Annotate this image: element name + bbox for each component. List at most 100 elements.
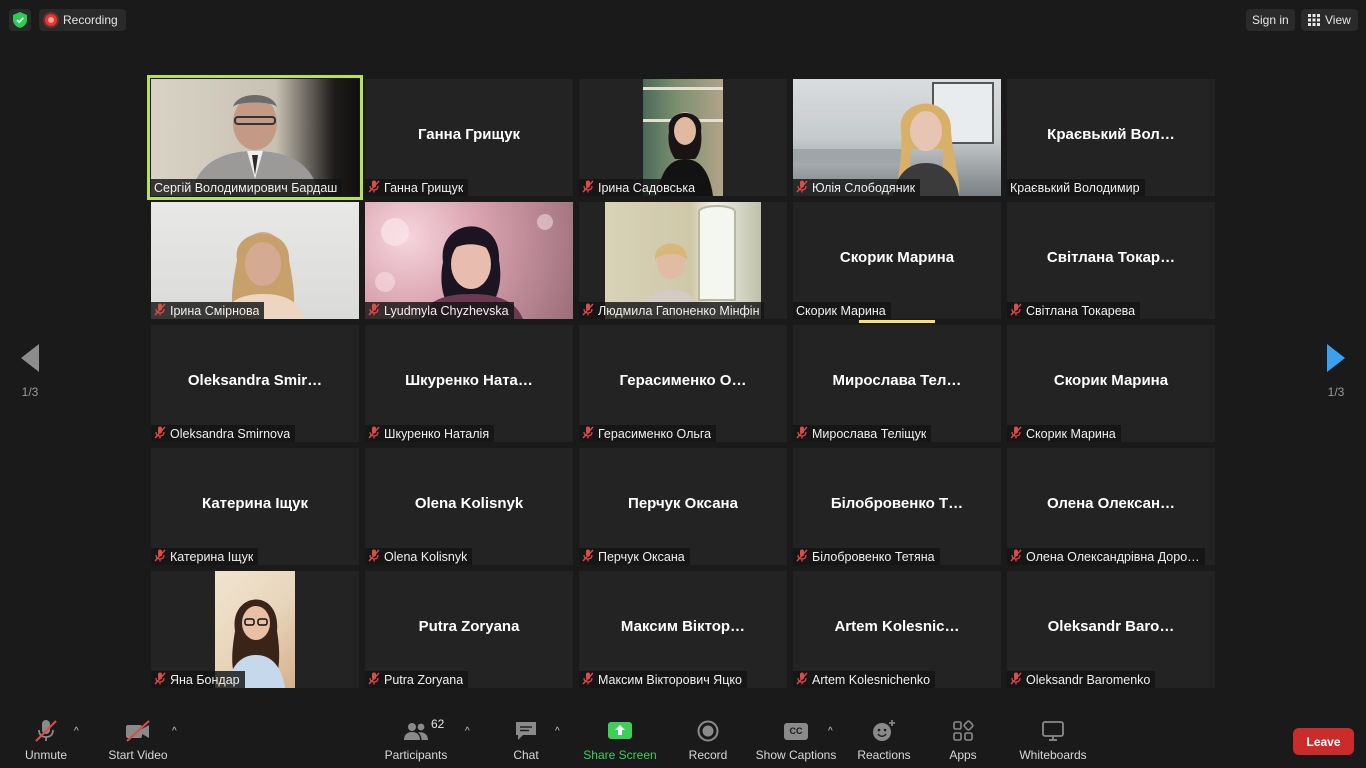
participant-display-name: Краєвький Вол…: [1047, 126, 1175, 143]
mic-muted-icon: [796, 672, 808, 688]
record-label: Record: [688, 748, 728, 762]
participant-tile[interactable]: Oleksandra Smir… Oleksandra Smirnova: [151, 325, 359, 442]
participant-name: Краєвький Володимир: [1010, 180, 1140, 195]
participant-display-name: Білобровенко Т…: [830, 495, 964, 512]
participant-name-tag: Юлія Слободяник: [793, 179, 921, 196]
participant-name: Яна Бондар: [170, 672, 240, 687]
participant-tile[interactable]: Катерина Іщук Катерина Іщук: [151, 448, 359, 565]
participant-tile[interactable]: Максим Віктор… Максим Вікторович Яцко: [579, 571, 787, 688]
participant-name: Putra Zoryana: [384, 672, 464, 687]
participant-name: Скорик Марина: [796, 303, 886, 318]
recording-indicator[interactable]: Recording: [39, 9, 126, 31]
participant-display-name: Olena Kolisnyk: [414, 495, 524, 512]
participant-display-name: Світлана Токар…: [1046, 249, 1176, 266]
participant-tile[interactable]: Шкуренко Ната… Шкуренко Наталія: [365, 325, 573, 442]
arrow-left-icon: [21, 344, 39, 372]
participant-name: Світлана Токарева: [1026, 303, 1136, 318]
video-options-caret-icon[interactable]: ^: [172, 726, 177, 737]
audio-options-caret-icon[interactable]: ^: [74, 726, 79, 737]
chat-caret-icon[interactable]: ^: [555, 726, 560, 737]
mic-muted-icon: [33, 719, 59, 743]
participant-tile[interactable]: Краєвький Вол… Краєвький Володимир: [1007, 79, 1215, 196]
participant-name-tag: Білобровенко Тетяна: [793, 548, 940, 565]
participant-tile[interactable]: Яна Бондар: [151, 571, 359, 688]
participant-tile[interactable]: Скорик Марина Скорик Марина: [1007, 325, 1215, 442]
mic-muted-icon: [368, 180, 380, 196]
whiteboards-label: Whiteboards: [1019, 748, 1087, 762]
security-shield-icon[interactable]: [9, 9, 31, 31]
participants-caret-icon[interactable]: ^: [465, 726, 470, 737]
participant-tile[interactable]: Юлія Слободяник: [793, 79, 1001, 196]
participant-name: Перчук Оксана: [598, 549, 685, 564]
participant-name: Олена Олександрівна Доро…: [1026, 549, 1200, 564]
participant-name-tag: Людмила Гапоненко Мінфін: [579, 302, 765, 319]
leave-button[interactable]: Leave: [1293, 728, 1354, 755]
previous-page-button[interactable]: 1/3: [2, 343, 58, 427]
participant-tile[interactable]: Перчук Оксана Перчук Оксана: [579, 448, 787, 565]
participants-button[interactable]: 62 Participants: [380, 712, 452, 768]
participant-tile[interactable]: Putra Zoryana Putra Zoryana: [365, 571, 573, 688]
participant-display-name: Скорик Марина: [839, 249, 955, 266]
participant-tile[interactable]: Білобровенко Т… Білобровенко Тетяна: [793, 448, 1001, 565]
participant-display-name: Мирослава Тел…: [832, 372, 962, 389]
participant-display-name: Скорик Марина: [1053, 372, 1169, 389]
mic-muted-icon: [796, 549, 808, 565]
participant-tile[interactable]: Людмила Гапоненко Мінфін: [579, 202, 787, 319]
captions-icon-text: CC: [784, 722, 808, 740]
chat-label: Chat: [513, 748, 539, 762]
mic-muted-icon: [368, 426, 380, 442]
mic-muted-icon: [1010, 672, 1022, 688]
participant-tile[interactable]: Oleksandr Baro… Oleksandr Baromenko: [1007, 571, 1215, 688]
arrow-right-icon: [1327, 344, 1345, 372]
participant-tile[interactable]: Скорик Марина Скорик Марина: [793, 202, 1001, 323]
participant-tile[interactable]: Ганна Грищук Ганна Грищук: [365, 79, 573, 196]
participant-name-tag: Artem Kolesnichenko: [793, 671, 936, 688]
unmute-button[interactable]: Unmute: [16, 712, 76, 768]
participant-tile[interactable]: Сергій Володимирович Бардаш: [147, 75, 363, 200]
participant-name-tag: Шкуренко Наталія: [365, 425, 495, 442]
record-button[interactable]: Record: [684, 712, 732, 768]
mic-muted-icon: [154, 303, 166, 319]
next-page-button[interactable]: 1/3: [1308, 343, 1364, 427]
participant-name: Ірина Смірнова: [170, 303, 260, 318]
apps-button[interactable]: Apps: [944, 712, 982, 768]
participant-name: Шкуренко Наталія: [384, 426, 490, 441]
participant-tile[interactable]: Мирослава Тел… Мирослава Теліщук: [793, 325, 1001, 442]
participant-tile[interactable]: Герасименко О… Герасименко Ольга: [579, 325, 787, 442]
mic-muted-icon: [154, 672, 166, 688]
view-label: View: [1325, 13, 1351, 27]
participant-display-name: Шкуренко Ната…: [405, 372, 533, 389]
start-video-button[interactable]: Start Video: [104, 712, 172, 768]
participant-tile[interactable]: Ірина Садовська: [579, 79, 787, 196]
participants-icon: 62: [403, 717, 444, 743]
view-button[interactable]: View: [1301, 9, 1358, 31]
participant-name-tag: Яна Бондар: [151, 671, 245, 688]
video-off-icon: [124, 719, 152, 743]
whiteboards-button[interactable]: Whiteboards: [1014, 712, 1092, 768]
participant-tile[interactable]: Ірина Смірнова: [151, 202, 359, 319]
mic-muted-icon: [154, 549, 166, 565]
reactions-button[interactable]: Reactions: [852, 712, 916, 768]
chat-button[interactable]: Chat: [506, 712, 546, 768]
participant-tile[interactable]: Olena Kolisnyk Olena Kolisnyk: [365, 448, 573, 565]
participant-tile[interactable]: Artem Kolesnic… Artem Kolesnichenko: [793, 571, 1001, 688]
participant-name-tag: Максим Вікторович Яцко: [579, 671, 747, 688]
participant-name: Скорик Марина: [1026, 426, 1116, 441]
participant-tile[interactable]: Lyudmyla Chyzhevska: [365, 202, 573, 319]
show-captions-button[interactable]: CC Show Captions: [752, 712, 840, 768]
page-indicator-right: 1/3: [1327, 385, 1345, 399]
participant-name-tag: Світлана Токарева: [1007, 302, 1141, 319]
participant-name-tag: Скорик Марина: [1007, 425, 1121, 442]
captions-caret-icon[interactable]: ^: [828, 726, 833, 737]
sign-in-button[interactable]: Sign in: [1246, 9, 1295, 31]
recording-label: Recording: [63, 13, 118, 27]
participant-tile[interactable]: Світлана Токар… Світлана Токарева: [1007, 202, 1215, 319]
participant-name-tag: Олена Олександрівна Доро…: [1007, 548, 1205, 565]
participant-display-name: Artem Kolesnic…: [834, 618, 960, 635]
participant-display-name: Максим Віктор…: [620, 618, 746, 635]
share-screen-button[interactable]: Share Screen: [580, 712, 660, 768]
participant-tile[interactable]: Олена Олексан… Олена Олександрівна Доро…: [1007, 448, 1215, 565]
reactions-label: Reactions: [857, 748, 911, 762]
participant-name-tag: Olena Kolisnyk: [365, 548, 473, 565]
participant-name: Ірина Садовська: [598, 180, 696, 195]
